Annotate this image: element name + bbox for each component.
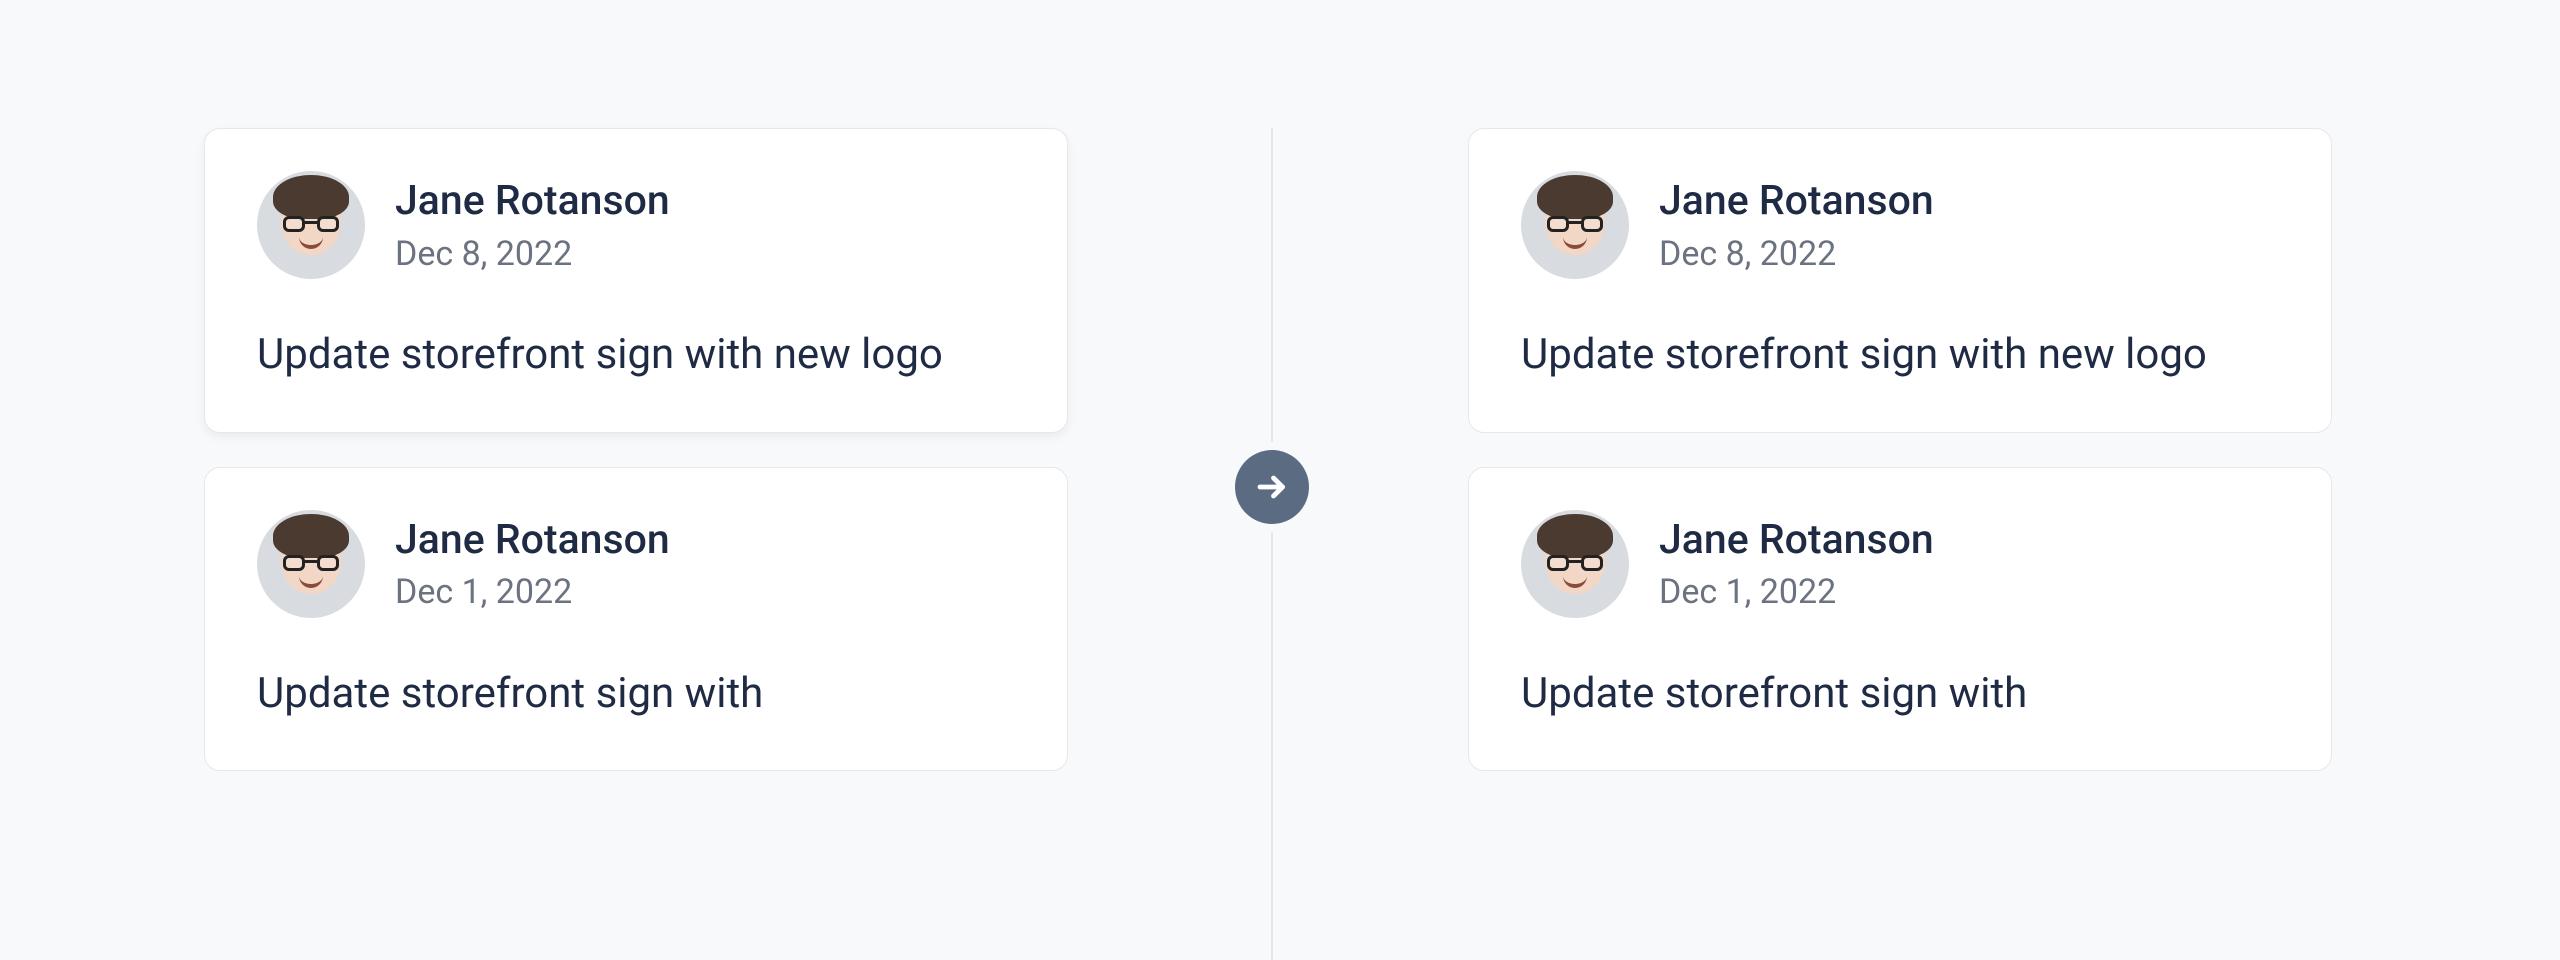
card-header: Jane Rotanson Dec 1, 2022: [257, 510, 1015, 618]
card-header: Jane Rotanson Dec 8, 2022: [257, 171, 1015, 279]
card-date: Dec 1, 2022: [395, 572, 670, 612]
author-meta: Jane Rotanson Dec 1, 2022: [1659, 515, 1934, 612]
author-name: Jane Rotanson: [1659, 515, 1934, 566]
avatar: [1521, 171, 1629, 279]
avatar: [257, 171, 365, 279]
card-title: Update storefront sign with: [1521, 666, 2279, 723]
task-card[interactable]: Jane Rotanson Dec 1, 2022 Update storefr…: [1468, 467, 2332, 772]
card-header: Jane Rotanson Dec 1, 2022: [1521, 510, 2279, 618]
card-date: Dec 8, 2022: [395, 234, 670, 274]
card-date: Dec 1, 2022: [1659, 572, 1934, 612]
task-card[interactable]: Jane Rotanson Dec 8, 2022 Update storefr…: [204, 128, 1068, 433]
card-title: Update storefront sign with new logo: [257, 327, 1015, 384]
transition-arrow-badge: [1235, 450, 1309, 524]
after-column: Jane Rotanson Dec 8, 2022 Update storefr…: [1468, 128, 2332, 771]
vertical-divider: [1271, 128, 1273, 960]
task-card[interactable]: Jane Rotanson Dec 1, 2022 Update storefr…: [204, 467, 1068, 772]
before-column: Jane Rotanson Dec 8, 2022 Update storefr…: [204, 128, 1068, 771]
author-meta: Jane Rotanson Dec 1, 2022: [395, 515, 670, 612]
author-name: Jane Rotanson: [395, 176, 670, 227]
task-card[interactable]: Jane Rotanson Dec 8, 2022 Update storefr…: [1468, 128, 2332, 433]
card-header: Jane Rotanson Dec 8, 2022: [1521, 171, 2279, 279]
author-meta: Jane Rotanson Dec 8, 2022: [1659, 176, 1934, 273]
card-date: Dec 8, 2022: [1659, 234, 1934, 274]
card-title: Update storefront sign with: [257, 666, 1015, 723]
comparison-canvas: Jane Rotanson Dec 8, 2022 Update storefr…: [0, 0, 2560, 960]
avatar: [1521, 510, 1629, 618]
avatar: [257, 510, 365, 618]
arrow-right-icon: [1254, 469, 1290, 505]
card-title: Update storefront sign with new logo: [1521, 327, 2279, 384]
author-meta: Jane Rotanson Dec 8, 2022: [395, 176, 670, 273]
author-name: Jane Rotanson: [1659, 176, 1934, 227]
author-name: Jane Rotanson: [395, 515, 670, 566]
